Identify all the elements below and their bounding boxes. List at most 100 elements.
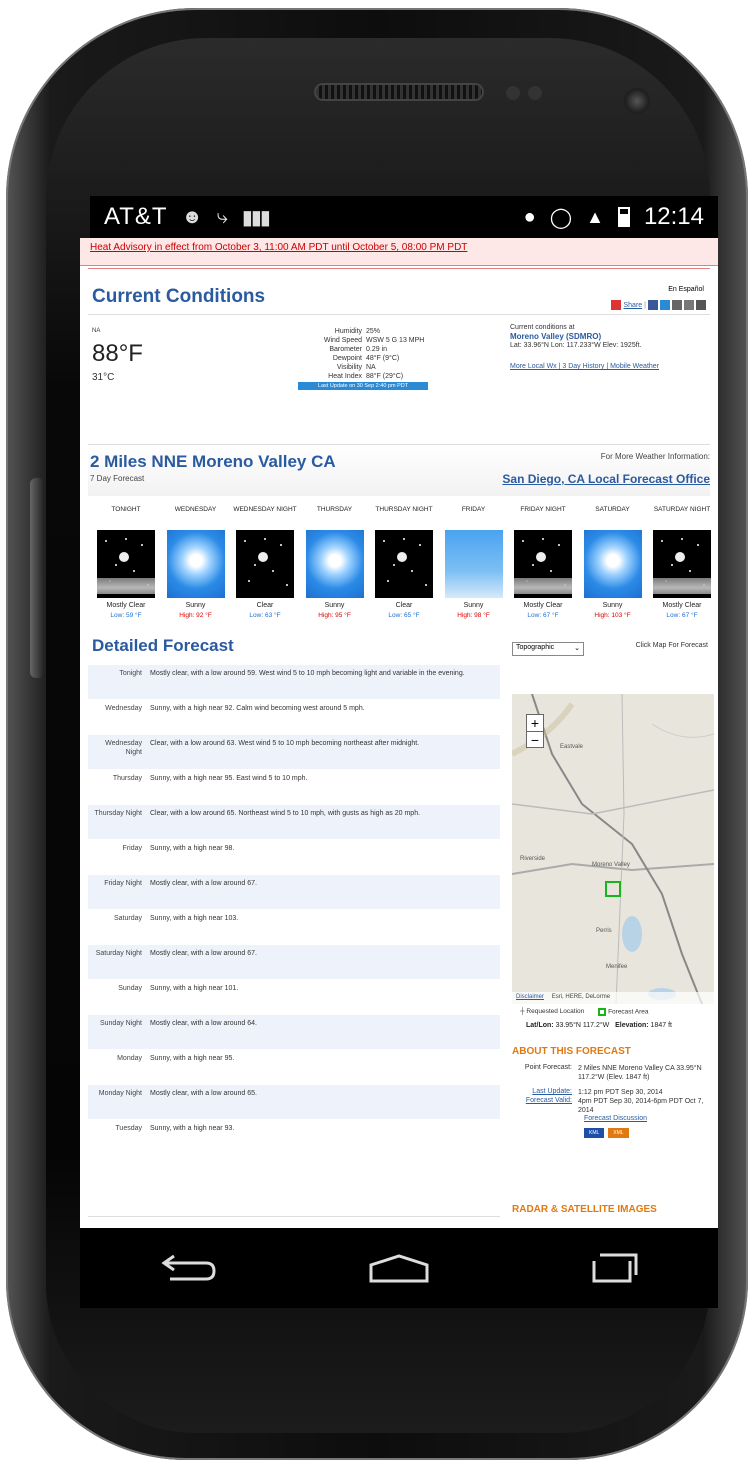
forecast-weather-image <box>583 530 642 598</box>
back-button[interactable] <box>146 1243 226 1293</box>
forecast-description: Sunny <box>324 602 345 609</box>
detailed-forecast-row: Tonight Mostly clear, with a low around 5… <box>88 664 500 699</box>
email-icon[interactable] <box>684 300 694 310</box>
map-type-select[interactable]: Topographic ⌄ <box>512 642 584 656</box>
forecast-discussion-link[interactable]: Forecast Discussion <box>584 1115 647 1122</box>
forecast-tile[interactable]: WEDNESDAY NIGHT Clear Low: 63 °F <box>231 506 299 619</box>
forecast-temperature: Low: 59 °F <box>110 612 142 619</box>
detailed-forecast-row: Sunday Sunny, with a high near 101. <box>88 979 500 1014</box>
digg-icon[interactable] <box>672 300 682 310</box>
forecast-description: Clear <box>256 602 274 609</box>
station-name-link[interactable]: Moreno Valley (SDMRO) <box>510 332 710 341</box>
detailed-forecast-period: Tonight <box>119 670 142 677</box>
forecast-tile[interactable]: SATURDAY NIGHT Mostly Clear Low: 67 °F <box>648 506 716 619</box>
en-espanol-link[interactable]: En Español <box>668 286 704 293</box>
detailed-forecast-text: Sunny, with a high near 95. East wind 5 … <box>150 775 308 782</box>
detail-row: Dewpoint 48°F (9°C) <box>332 355 400 362</box>
browser-page[interactable]: Heat Advisory in effect from October 3, … <box>80 238 718 1228</box>
light-sensor <box>528 86 542 100</box>
radar-heading: RADAR & SATELLITE IMAGES <box>512 1204 657 1215</box>
detailed-forecast-text: Mostly clear, with a low around 67. <box>150 950 257 957</box>
forecast-description: Mostly Clear <box>662 602 702 609</box>
detailed-forecast-list: Tonight Mostly clear, with a low around 5… <box>88 664 500 1154</box>
map-place-label: Menifee <box>606 964 628 970</box>
detailed-forecast-row: Sunday Night Mostly clear, with a low aro… <box>88 1014 500 1049</box>
map-place-label: Eastvale <box>560 744 584 750</box>
detailed-forecast-period: Wednesday <box>105 705 142 712</box>
forecast-tile[interactable]: THURSDAY Sunny High: 95 °F <box>301 506 369 619</box>
more-info-label: For More Weather Information: <box>600 452 710 461</box>
last-update-badge: Last Update on 30 Sep 2:40 pm PDT <box>298 382 428 390</box>
forecast-temperature: High: 98 °F <box>457 612 490 619</box>
forecast-tile[interactable]: TONIGHT Mostly Clear Low: 59 °F <box>92 506 160 619</box>
home-button[interactable] <box>359 1243 439 1293</box>
detailed-forecast-period: Wednesday Night <box>105 740 142 756</box>
about-row: Forecast Discussion <box>512 1115 712 1122</box>
twitter-icon[interactable] <box>660 300 670 310</box>
current-temp-f: 88°F <box>92 340 143 367</box>
facebook-icon[interactable] <box>648 300 658 310</box>
forecast-tile[interactable]: WEDNESDAY Sunny High: 92 °F <box>162 506 230 619</box>
share-link[interactable]: Share <box>623 302 642 309</box>
proximity-sensor <box>506 86 520 100</box>
clock: 12:14 <box>643 203 704 230</box>
detailed-forecast-heading: Detailed Forecast <box>92 636 234 655</box>
forecast-description: Sunny <box>463 602 484 609</box>
station-links[interactable]: More Local Wx | 3 Day History | Mobile W… <box>510 363 710 370</box>
forecast-period: THURSDAY <box>316 506 353 513</box>
zoom-out-button[interactable]: − <box>527 731 543 748</box>
signal-icon: ▲ <box>586 206 604 227</box>
detailed-forecast-text: Mostly clear, with a low around 64. <box>150 1020 257 1027</box>
forecast-weather-image <box>444 530 503 598</box>
forecast-tile[interactable]: SATURDAY Sunny High: 103 °F <box>579 506 647 619</box>
heat-advisory-link[interactable]: Heat Advisory in effect from October 3, … <box>80 238 718 266</box>
forecast-map[interactable]: + − Eastvale Riverside Moreno Valley Per… <box>512 694 714 1004</box>
more-share-icon[interactable] <box>696 300 706 310</box>
kml-button[interactable]: KML <box>584 1128 605 1138</box>
forecast-tile[interactable]: FRIDAY NIGHT Mostly Clear Low: 67 °F <box>509 506 577 619</box>
xml-button[interactable]: XML <box>608 1128 629 1138</box>
conditions-details: Humidity 25% Wind Speed WSW 5 G 13 MPH Bar… <box>298 328 428 390</box>
forecast-tile[interactable]: FRIDAY Sunny High: 98 °F <box>440 506 508 619</box>
forecast-description: Mostly Clear <box>523 602 563 609</box>
rotate-icon: ◯ <box>549 206 573 229</box>
conditions-na: NA <box>92 328 101 334</box>
detailed-forecast-row: Monday Night Mostly clear, with a low aro… <box>88 1084 500 1119</box>
detailed-forecast-row: Saturday Night Mostly clear, with a low a… <box>88 944 500 979</box>
about-heading: ABOUT THIS FORECAST <box>512 1046 631 1057</box>
forecast-period: FRIDAY NIGHT <box>520 506 566 513</box>
forecast-period: WEDNESDAY NIGHT <box>233 506 297 513</box>
detailed-forecast-row: Tuesday Sunny, with a high near 93. <box>88 1119 500 1154</box>
forecast-tile[interactable]: THURSDAY NIGHT Clear Low: 65 °F <box>370 506 438 619</box>
station-label: Current conditions at <box>510 324 575 331</box>
detail-row: Wind Speed WSW 5 G 13 MPH <box>323 337 425 344</box>
map-place-label: Moreno Valley <box>592 862 630 868</box>
forecast-period: FRIDAY <box>461 506 486 513</box>
zoom-in-button[interactable]: + <box>527 715 543 731</box>
forecast-description: Clear <box>395 602 413 609</box>
home-icon <box>369 1254 429 1283</box>
forecast-description: Mostly Clear <box>106 602 146 609</box>
forecast-office-link[interactable]: San Diego, CA Local Forecast Office <box>502 472 710 486</box>
status-bar: AT&T ☻ ⤷ ▮▮▮ ● ◯ ▲ 12:14 <box>90 196 718 238</box>
share-icon[interactable] <box>611 300 622 310</box>
map-disclaimer-link[interactable]: Disclaimer <box>516 994 544 1000</box>
about-table: Point Forecast: 2 Miles NNE Moreno Valle… <box>512 1064 712 1138</box>
back-icon <box>161 1254 216 1281</box>
detail-row: Humidity 25% <box>334 328 381 335</box>
recent-apps-button[interactable] <box>572 1243 652 1293</box>
detailed-forecast-row: Wednesday Night Clear, with a low around … <box>88 734 500 769</box>
forecast-temperature: Low: 67 °F <box>666 612 698 619</box>
about-row: Forecast Valid: 4pm PDT Sep 30, 2014-6pm… <box>525 1097 704 1114</box>
volume-button[interactable] <box>30 478 44 678</box>
forecast-temperature: Low: 67 °F <box>527 612 559 619</box>
about-row: Last Update: 1:12 pm PDT Sep 30, 2014 <box>532 1088 663 1096</box>
forecast-weather-image <box>97 530 155 598</box>
detailed-forecast-period: Thursday <box>112 775 142 782</box>
detailed-forecast-period: Sunday <box>118 985 142 992</box>
detailed-forecast-period: Tuesday <box>115 1125 142 1132</box>
carrier-label: AT&T <box>104 203 168 230</box>
latlon-elevation: Lat/Lon: 33.95°N 117.2°W Elevation: 1847… <box>526 1022 672 1029</box>
forecast-description: Sunny <box>602 602 623 609</box>
forecast-weather-image <box>236 530 294 598</box>
